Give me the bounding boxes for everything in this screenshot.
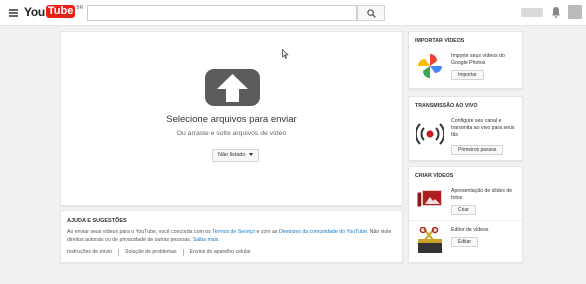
terms-link[interactable]: Termos de Serviço [212, 229, 255, 235]
masthead: You Tube BR [0, 0, 586, 26]
guidelines-link[interactable]: Diretrizes da comunidade do YouTube [279, 229, 367, 235]
search-input[interactable] [87, 5, 357, 21]
logo-tube-text: Tube [45, 5, 76, 18]
avatar[interactable] [568, 5, 582, 19]
notifications-bell-icon[interactable] [551, 6, 561, 18]
get-started-button[interactable]: Primeiros passos [451, 145, 504, 155]
live-streaming-title: TRANSMISSÃO AO VIVO [415, 103, 478, 109]
chevron-down-icon [248, 153, 253, 157]
help-title: AJUDA E SUGESTÕES [67, 218, 127, 224]
import-videos-description: Importe seus vídeos do Google Photos [451, 53, 505, 66]
scissors-clapper-icon [418, 227, 442, 253]
upload-arrow-icon[interactable] [205, 69, 260, 106]
mobile-uploads-link[interactable]: Envios do aparelho celular [190, 249, 257, 256]
youtube-logo[interactable]: You Tube BR [24, 5, 83, 19]
video-editor-description: Editor de vídeos [451, 227, 489, 233]
logo-country-code: BR [76, 5, 84, 11]
create-videos-card: CRIAR VÍDEOS Apresentação de slides de f… [408, 166, 523, 263]
google-photos-pinwheel-icon [418, 54, 442, 78]
upload-instructions-link[interactable]: Instruções de envio [67, 249, 118, 256]
slideshow-description: Apresentação de slides de fotos [451, 188, 513, 201]
divider [409, 220, 522, 221]
help-links: Instruções de envio Solução de problemas… [67, 249, 257, 256]
search-button[interactable] [357, 5, 385, 21]
help-text-part1: Ao enviar seus vídeos para o YouTube, vo… [67, 229, 213, 235]
help-text: Ao enviar seus vídeos para o YouTube, vo… [67, 229, 402, 244]
privacy-dropdown[interactable]: Não listado [212, 149, 259, 162]
hamburger-menu-icon[interactable] [9, 9, 18, 17]
import-videos-title: IMPORTAR VÍDEOS [415, 38, 465, 44]
help-text-part2: e com as [255, 229, 279, 235]
create-videos-title: CRIAR VÍDEOS [415, 173, 454, 179]
upload-button[interactable] [521, 8, 543, 17]
search-icon [367, 9, 376, 18]
live-streaming-card: TRANSMISSÃO AO VIVO Configure seu canal … [408, 96, 523, 161]
upload-panel: Selecione arquivos para enviar Ou arrast… [60, 31, 403, 206]
mouse-cursor-icon [282, 49, 289, 59]
help-panel: AJUDA E SUGESTÕES Ao enviar seus vídeos … [60, 210, 403, 263]
live-streaming-description: Configure seu canal e transmita ao vivo … [451, 118, 515, 138]
upload-title[interactable]: Selecione arquivos para enviar [61, 114, 402, 125]
import-videos-card: IMPORTAR VÍDEOS Importe seus vídeos do G… [408, 31, 523, 89]
live-broadcast-icon [416, 123, 444, 145]
photo-slideshow-icon [416, 189, 443, 208]
edit-button[interactable]: Editar [451, 237, 479, 247]
create-slideshow-button[interactable]: Criar [451, 205, 476, 215]
import-button[interactable]: Importar [451, 70, 484, 80]
troubleshooting-link[interactable]: Solução de problemas [125, 249, 183, 256]
upload-subtitle: Ou arraste e solte arquivos de vídeo [176, 130, 287, 137]
logo-you-text: You [24, 5, 45, 19]
learn-more-link[interactable]: Saiba mais [193, 237, 219, 243]
privacy-dropdown-label: Não listado [218, 152, 246, 158]
